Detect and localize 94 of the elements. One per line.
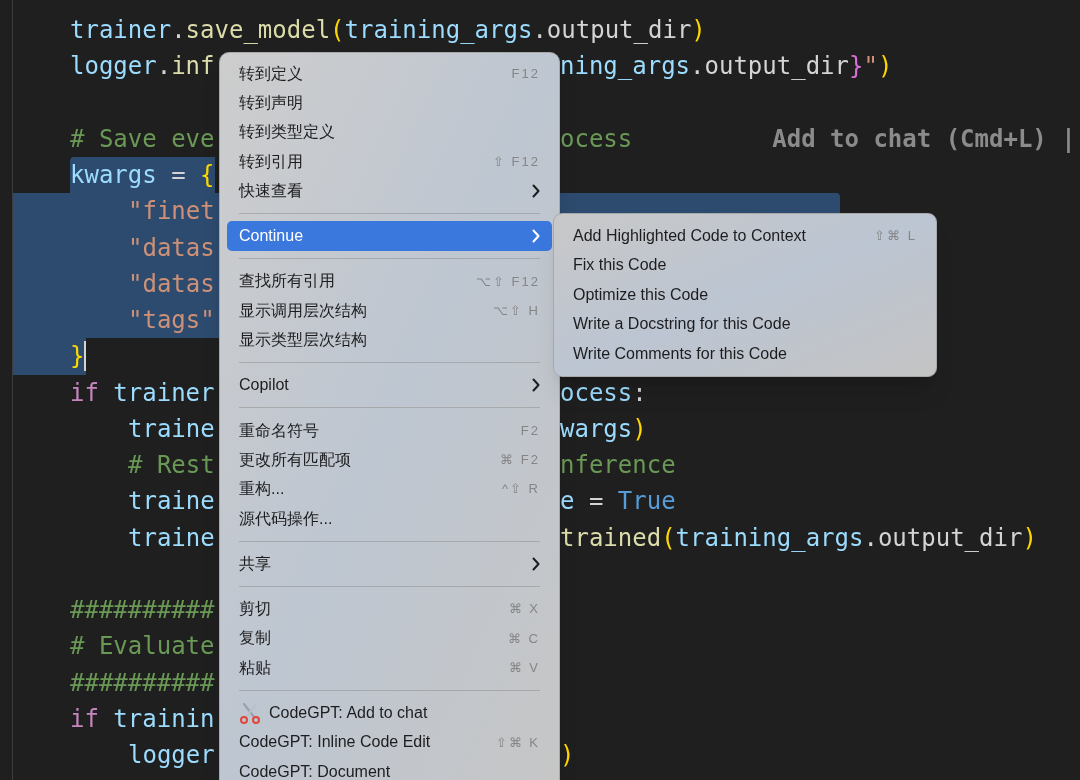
code-token: ) <box>1022 522 1037 554</box>
code-token: output_dir <box>704 51 849 83</box>
code-token: . <box>690 51 705 83</box>
code-token: "finet <box>128 196 215 228</box>
shortcut-label: ⌘ X <box>508 600 540 619</box>
code-token: inf <box>171 51 215 83</box>
code-token: " <box>863 51 878 83</box>
menu-item[interactable]: 复制 ⌘ C <box>227 623 552 654</box>
code-token: traine <box>128 413 215 445</box>
code-token: } <box>849 51 864 83</box>
shortcut-label: ⌥⇧ H <box>493 301 540 320</box>
code-token: ) <box>632 413 647 445</box>
shortcut-label: ⇧⌘ L <box>874 227 917 245</box>
menu-item[interactable]: Copilot <box>227 370 552 400</box>
code-token: training_args <box>344 15 533 47</box>
shortcut-label: ⇧ F12 <box>493 152 540 171</box>
code-token: ocess <box>560 123 633 155</box>
code-token: "datas <box>128 268 215 300</box>
code-token: nference <box>560 450 676 482</box>
menu-item[interactable]: 显示类型层次结构 <box>227 325 552 355</box>
menu-item[interactable]: 剪切 ⌘ X <box>227 594 552 624</box>
code-token: ) <box>560 740 575 772</box>
shortcut-label: ⇧⌘ K <box>495 733 540 752</box>
shortcut-label: ⌥⇧ F12 <box>476 272 540 291</box>
menu-item[interactable]: 转到类型定义 <box>227 117 552 147</box>
code-token: trainin <box>112 703 215 735</box>
code-token: "datas <box>128 232 215 264</box>
code-token: # Rest <box>128 450 215 482</box>
code-token: { <box>200 160 215 192</box>
menu-item[interactable]: Write a Docstring for this Code <box>561 309 929 339</box>
menu-item[interactable]: 更改所有匹配项 ⌘ F2 <box>227 445 552 475</box>
code-token: if <box>70 377 99 409</box>
menu-item[interactable]: 快速查看 <box>227 176 552 206</box>
code-token: logger <box>128 740 215 772</box>
shortcut-label: F12 <box>511 64 540 83</box>
code-token: training_args <box>675 522 864 554</box>
menu-item[interactable]: CodeGPT: Inline Code Edit ⇧⌘ K <box>227 727 552 757</box>
code-token: # Evaluate <box>70 631 215 663</box>
menu-item[interactable]: CodeGPT: Document <box>227 756 552 780</box>
code-token: trained <box>560 522 662 554</box>
code-token: trainer <box>70 15 172 47</box>
menu-item[interactable]: CodeGPT: Add to chat <box>227 698 552 728</box>
code-token: ########## <box>70 595 215 627</box>
menu-item[interactable]: 重命名符号 F2 <box>227 415 552 446</box>
code-token: logger <box>70 51 157 83</box>
menu-item[interactable]: 重构... ^⇧ R <box>227 474 552 504</box>
code-token: trainer <box>112 377 215 409</box>
shortcut-label: ⌘ V <box>508 658 540 677</box>
menu-item[interactable]: 查找所有引用 ⌥⇧ F12 <box>227 266 552 297</box>
code-token: # Save eve <box>70 123 215 155</box>
menu-item[interactable]: 转到引用 ⇧ F12 <box>227 146 552 177</box>
menu-item[interactable]: Write Comments for this Code <box>561 339 929 369</box>
menu-item[interactable]: Optimize this Code <box>561 280 929 310</box>
code-token: ) <box>877 51 893 83</box>
menu-item[interactable]: 源代码操作... <box>227 503 552 534</box>
code-token: . <box>156 51 172 83</box>
menu-item[interactable]: 显示调用层次结构 ⌥⇧ H <box>227 296 552 326</box>
code-token: ning_args <box>560 51 691 83</box>
code-token: ( <box>330 15 345 47</box>
code-token: ) <box>691 15 706 47</box>
shortcut-label: ⌘ C <box>508 629 540 648</box>
code-token: = <box>170 160 187 192</box>
code-token: ( <box>661 522 676 554</box>
shortcut-label: F2 <box>520 421 540 440</box>
code-token: "tags" <box>128 305 215 337</box>
shortcut-label: ⌘ F2 <box>500 451 540 470</box>
code-token: wargs <box>560 413 633 445</box>
scissors-icon <box>239 702 261 724</box>
code-token: output_dir <box>877 522 1023 554</box>
code-token: = <box>587 486 605 518</box>
code-token: . <box>532 15 547 47</box>
code-token: traine <box>128 486 215 518</box>
shortcut-label: ^⇧ R <box>501 480 540 499</box>
code-token: : <box>632 377 647 409</box>
menu-item[interactable]: 共享 <box>227 549 552 579</box>
menu-item[interactable]: Continue <box>227 221 552 251</box>
inline-hint: Add to chat (Cmd+L) | <box>772 123 1076 155</box>
code-token: kwargs <box>70 160 157 192</box>
menu-item[interactable]: 转到定义 F12 <box>227 59 552 89</box>
menu-item[interactable]: Add Highlighted Code to Context ⇧⌘ L <box>561 221 929 251</box>
code-token: ########## <box>70 667 215 699</box>
code-token: e <box>560 486 575 518</box>
code-token: } <box>70 341 85 373</box>
code-token: save_model <box>185 15 331 47</box>
menu-item[interactable]: Fix this Code <box>561 250 929 280</box>
code-token: ocess <box>560 377 633 409</box>
code-token: . <box>171 15 186 47</box>
code-token: if <box>70 703 99 735</box>
code-token: . <box>863 522 878 554</box>
code-token: output_dir <box>546 15 692 47</box>
code-token: True <box>617 486 676 518</box>
menu-item[interactable]: 转到声明 <box>227 88 552 118</box>
code-token: traine <box>128 522 215 554</box>
menu-item[interactable]: 粘贴 ⌘ V <box>227 653 552 683</box>
